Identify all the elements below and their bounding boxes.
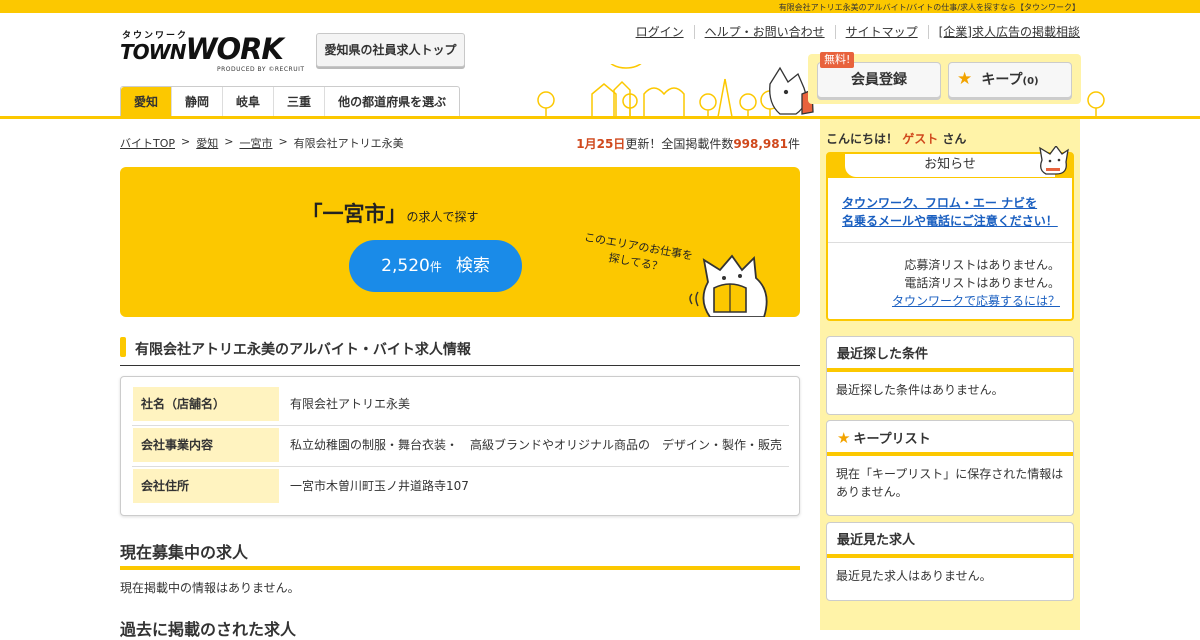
pref-top-button[interactable]: 愛知県の社員求人トップ xyxy=(316,33,465,67)
breadcrumb-ichinomiya[interactable]: 一宮市 xyxy=(239,135,272,151)
breadcrumb-baito-top[interactable]: バイトTOP xyxy=(120,135,175,151)
breadcrumb-sep: > xyxy=(224,135,234,148)
keep-list-title: ★ キープリスト xyxy=(827,421,1073,456)
help-link[interactable]: ヘルプ・お問い合わせ xyxy=(693,25,835,39)
logo-produced-by: PRODUCED BY ©RECRUIT xyxy=(217,66,305,73)
company-info-table: 社名（店舗名） 有限会社アトリエ永美 会社事業内容 私立幼稚園の制服・舞台衣装・… xyxy=(120,376,800,516)
business-label: 会社事業内容 xyxy=(133,428,279,462)
star-icon: ★ xyxy=(957,69,973,89)
table-row: 会社事業内容 私立幼稚園の制服・舞台衣装・ 高級ブランドやオリジナル商品の デザ… xyxy=(132,426,789,467)
past-jobs-title: 過去に掲載のされた求人 xyxy=(120,620,297,639)
breadcrumb-current: 有限会社アトリエ永美 xyxy=(293,137,404,150)
hero-title: 「一宮市」の求人で探す xyxy=(301,202,479,226)
prefecture-tabs: 愛知 静岡 岐阜 三重 他の都道府県を選ぶ xyxy=(120,86,461,117)
ad-inquiry-link[interactable]: [企業]求人広告の掲載相談 xyxy=(927,25,1080,39)
current-jobs-title: 現在募集中の求人 xyxy=(120,538,800,570)
recent-viewed-body: 最近見た求人はありません。 xyxy=(836,569,992,583)
recent-viewed-card: 最近見た求人 最近見た求人はありません。 xyxy=(826,522,1074,601)
breadcrumb: バイトTOP > 愛知 > 一宮市 > 有限会社アトリエ永美 xyxy=(120,135,404,151)
tab-mie[interactable]: 三重 xyxy=(273,87,324,117)
keep-list-card: ★ キープリスト 現在「キープリスト」に保存された情報はありません。 xyxy=(826,420,1074,516)
star-icon: ★ xyxy=(837,429,851,447)
area-search-hero: 「一宮市」の求人で探す 2,520件 検索 このエリアのお仕事を 探してる？ xyxy=(120,167,800,317)
applied-list-status: 応募済リストはありません。 xyxy=(904,258,1060,272)
townwork-logo[interactable]: タウンワーク TOWNWORK PRODUCED BY ©RECRUIT xyxy=(120,28,304,74)
breadcrumb-sep: > xyxy=(181,135,191,148)
dog-mascot-icon xyxy=(1039,146,1069,175)
how-to-apply-link[interactable]: タウンワークで応募するには？ xyxy=(892,292,1060,309)
company-name-value: 有限会社アトリエ永美 xyxy=(290,397,411,411)
keep-list-body: 現在「キープリスト」に保存された情報はありません。 xyxy=(836,467,1064,499)
top-links: ログイン ヘルプ・お問い合わせ サイトマップ [企業]求人広告の掲載相談 xyxy=(626,25,1080,39)
address-value: 一宮市木曽川町玉ノ井道路寺107 xyxy=(290,479,469,493)
recent-search-title: 最近探した条件 xyxy=(827,337,1073,372)
update-date: 1月25日 xyxy=(576,137,626,151)
keep-label: キープ xyxy=(981,72,1023,88)
mascot-illustration xyxy=(689,254,768,317)
address-label: 会社住所 xyxy=(133,469,279,503)
search-label: 検索 xyxy=(455,256,490,276)
total-listings: 998,981 xyxy=(733,137,788,151)
tab-gifu[interactable]: 岐阜 xyxy=(222,87,273,117)
area-search-button[interactable]: 2,520件 検索 xyxy=(349,240,522,292)
logo-wordmark: TOWNWORK xyxy=(120,32,284,66)
login-link[interactable]: ログイン xyxy=(626,25,694,39)
sitemap-link[interactable]: サイトマップ xyxy=(834,25,928,39)
tab-other-prefectures[interactable]: 他の都道府県を選ぶ xyxy=(324,87,459,117)
greeting: こんにちは！ ゲスト さん xyxy=(826,132,967,146)
mascot-speech: このエリアのお仕事を 探してる？ xyxy=(583,230,694,274)
keep-button[interactable]: ★ キープ(0) xyxy=(948,62,1072,98)
search-count: 2,520 xyxy=(381,256,430,276)
current-jobs-empty: 現在掲載中の情報はありません。 xyxy=(120,581,300,595)
breadcrumb-aichi[interactable]: 愛知 xyxy=(196,135,218,151)
top-band-text: 有限会社アトリエ永美のアルバイト/バイトの仕事/求人を探すなら【タウンワーク】 xyxy=(778,3,1080,12)
top-band: 有限会社アトリエ永美のアルバイト/バイトの仕事/求人を探すなら【タウンワーク】 xyxy=(0,0,1200,13)
business-value: 私立幼稚園の制服・舞台衣装・ 高級ブランドやオリジナル商品の デザイン・製作・販… xyxy=(290,438,783,452)
table-row: 社名（店舗名） 有限会社アトリエ永美 xyxy=(132,385,789,426)
guest-name: ゲスト xyxy=(902,132,939,146)
update-status: 1月25日更新！全国掲載件数998,981件 xyxy=(576,137,800,151)
breadcrumb-sep: > xyxy=(278,135,288,148)
recent-search-body: 最近探した条件はありません。 xyxy=(836,383,1004,397)
recent-search-card: 最近探した条件 最近探した条件はありません。 xyxy=(826,336,1074,415)
notice-box: お知らせ タウンワーク、フロム・エー ナビを 名乗るメールや電話にご注意ください！… xyxy=(826,146,1074,321)
table-row: 会社住所 一宮市木曽川町玉ノ井道路寺107 xyxy=(132,467,789,508)
scam-warning-link[interactable]: タウンワーク、フロム・エー ナビを 名乗るメールや電話にご注意ください！ xyxy=(842,194,1058,230)
free-badge: 無料! xyxy=(820,52,855,68)
keep-count: (0) xyxy=(1022,76,1039,87)
called-list-status: 電話済リストはありません。 xyxy=(904,276,1060,290)
recent-viewed-title: 最近見た求人 xyxy=(827,523,1073,558)
notice-title: お知らせ xyxy=(844,154,1055,178)
tab-aichi[interactable]: 愛知 xyxy=(121,87,172,117)
tab-shizuoka[interactable]: 静岡 xyxy=(171,87,222,117)
company-section-title: 有限会社アトリエ永美のアルバイト・バイト求人情報 xyxy=(120,337,800,366)
company-name-label: 社名（店舗名） xyxy=(133,387,279,421)
